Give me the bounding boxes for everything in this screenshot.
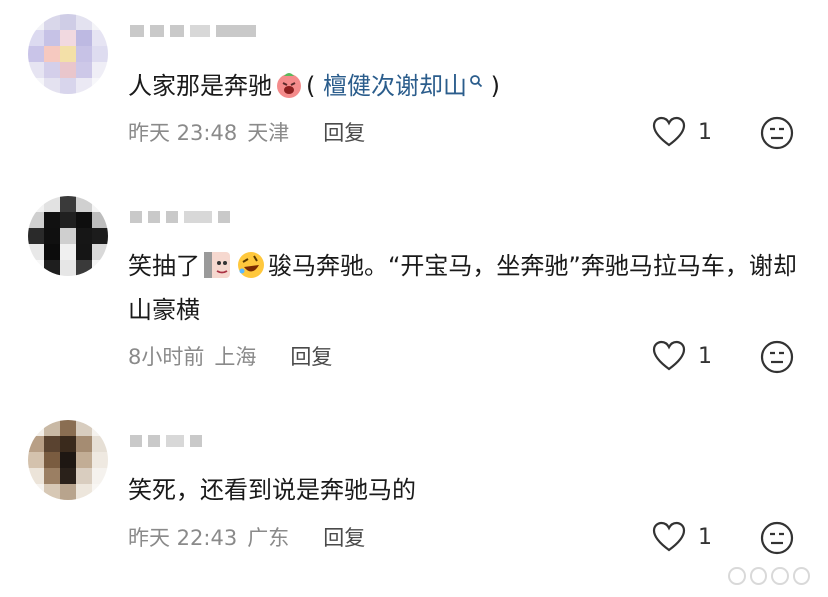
comment-meta: 8小时前 上海 回复: [128, 341, 332, 371]
heart-outline-icon: [652, 116, 686, 147]
reply-button[interactable]: 回复: [323, 117, 365, 147]
username-blurred[interactable]: [130, 24, 256, 38]
sticker-emoji: [204, 252, 230, 278]
like-button[interactable]: 1: [652, 521, 712, 553]
neutral-face-icon[interactable]: [760, 521, 794, 555]
avatar[interactable]: [28, 196, 108, 276]
reply-button[interactable]: 回复: [323, 522, 365, 552]
comment-text: 人家那是奔驰 ( 檀健次谢却山 ): [128, 72, 500, 100]
watermark: [728, 565, 810, 587]
neutral-face-icon[interactable]: [760, 116, 794, 150]
like-button[interactable]: 1: [652, 340, 712, 372]
comment-time: 昨天 23:48: [128, 121, 238, 145]
like-count: 1: [698, 343, 712, 369]
topic-link[interactable]: 檀健次谢却山: [323, 72, 467, 100]
username-blurred[interactable]: [130, 434, 202, 448]
avatar[interactable]: [28, 420, 108, 500]
comment-meta: 昨天 23:48 天津 回复: [128, 117, 365, 147]
like-count: 1: [698, 119, 712, 145]
laughing-peach-emoji: [277, 73, 301, 98]
comment-text: 笑抽了 骏马奔驰。“开宝马，坐奔驰”奔驰马拉马车，谢却山豪横: [128, 252, 797, 324]
search-icon: [470, 75, 483, 88]
comment-time: 8小时前: [128, 345, 205, 369]
neutral-face-icon[interactable]: [760, 340, 794, 374]
comment-location: 天津: [247, 121, 290, 145]
comment-text: 笑死，还看到说是奔驰马的: [128, 476, 416, 504]
like-count: 1: [698, 524, 712, 550]
heart-outline-icon: [652, 521, 686, 552]
reply-button[interactable]: 回复: [290, 341, 332, 371]
comment-location: 上海: [214, 345, 257, 369]
rolling-laugh-emoji: [238, 252, 264, 278]
comment-meta: 昨天 22:43 广东 回复: [128, 522, 365, 552]
like-button[interactable]: 1: [652, 116, 712, 148]
username-blurred[interactable]: [130, 210, 230, 224]
avatar[interactable]: [28, 14, 108, 94]
comment-time: 昨天 22:43: [128, 526, 238, 550]
comment-location: 广东: [247, 526, 290, 550]
heart-outline-icon: [652, 340, 686, 371]
